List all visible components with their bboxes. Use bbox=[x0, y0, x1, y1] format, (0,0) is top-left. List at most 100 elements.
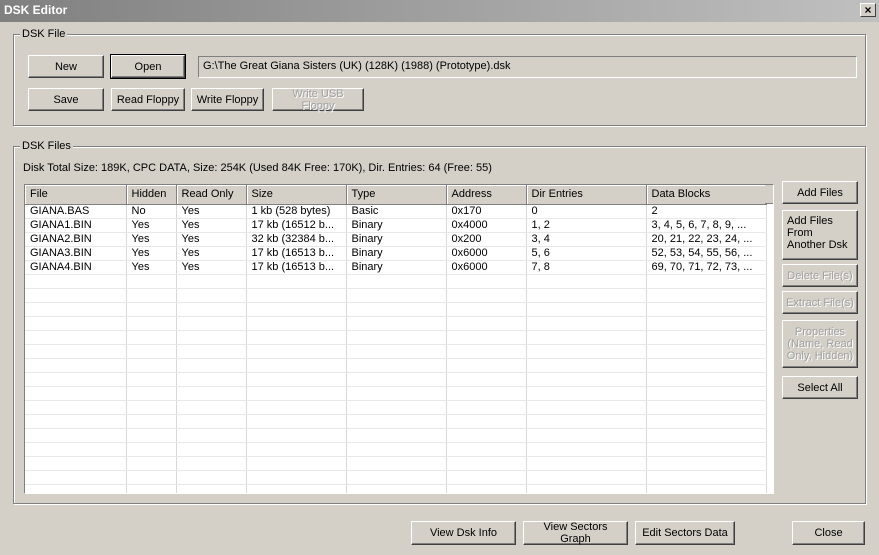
add-files-from-another-dsk-button[interactable]: Add Files From Another Dsk bbox=[782, 210, 858, 260]
table-row[interactable]: GIANA3.BIN Yes Yes 17 kb (16513 b... Binary 0… bbox=[25, 246, 767, 261]
table-cell bbox=[25, 288, 127, 303]
table-cell bbox=[446, 372, 527, 387]
add-files-button[interactable]: Add Files bbox=[782, 181, 858, 204]
table-cell: Yes bbox=[176, 232, 247, 247]
table-cell bbox=[526, 386, 647, 401]
table-cell bbox=[646, 428, 767, 443]
table-cell bbox=[176, 302, 247, 317]
table-cell bbox=[126, 302, 177, 317]
table-cell bbox=[176, 428, 247, 443]
table-cell: GIANA3.BIN bbox=[25, 246, 127, 261]
extract-files-button[interactable]: Extract File(s) bbox=[782, 291, 858, 314]
table-cell bbox=[176, 330, 247, 345]
table-cell bbox=[246, 330, 347, 345]
title-bar: DSK Editor × bbox=[0, 0, 879, 22]
table-row[interactable]: GIANA1.BIN Yes Yes 17 kb (16512 b... Binary 0… bbox=[25, 218, 767, 233]
table-cell bbox=[126, 414, 177, 429]
table-cell bbox=[526, 456, 647, 471]
table-cell bbox=[126, 288, 177, 303]
table-cell: Yes bbox=[126, 246, 177, 261]
table-cell bbox=[646, 274, 767, 289]
save-button[interactable]: Save bbox=[28, 88, 104, 111]
select-all-button[interactable]: Select All bbox=[782, 376, 858, 399]
column-header[interactable]: Address bbox=[446, 185, 527, 205]
table-cell bbox=[246, 344, 347, 359]
table-cell bbox=[526, 372, 647, 387]
write-usb-floppy-button[interactable]: Write USB Floppy bbox=[272, 88, 364, 112]
table-cell bbox=[446, 316, 527, 331]
table-cell: 0 bbox=[526, 204, 647, 219]
table-row[interactable]: GIANA2.BIN Yes Yes 32 kb (32384 b... Binary 0… bbox=[25, 232, 767, 247]
view-sectors-graph-button[interactable]: View Sectors Graph bbox=[523, 521, 628, 545]
table-cell bbox=[25, 372, 127, 387]
table-cell: No bbox=[126, 204, 177, 219]
table-cell bbox=[246, 442, 347, 457]
table-cell bbox=[526, 330, 647, 345]
table-cell bbox=[246, 414, 347, 429]
view-dsk-info-button[interactable]: View Dsk Info bbox=[411, 521, 516, 545]
table-cell bbox=[25, 330, 127, 345]
table-cell bbox=[646, 302, 767, 317]
table-cell: GIANA1.BIN bbox=[25, 218, 127, 233]
column-header[interactable]: Size bbox=[246, 185, 347, 205]
empty-row bbox=[25, 484, 767, 493]
table-cell bbox=[646, 344, 767, 359]
column-header[interactable]: Read Only bbox=[176, 185, 247, 205]
table-cell bbox=[25, 316, 127, 331]
table-cell: 20, 21, 22, 23, 24, ... bbox=[646, 232, 767, 247]
table-cell bbox=[25, 414, 127, 429]
table-row[interactable]: GIANA4.BIN Yes Yes 17 kb (16513 b... Binary 0… bbox=[25, 260, 767, 275]
dsk-path-field[interactable]: G:\The Great Giana Sisters (UK) (128K) (… bbox=[198, 56, 857, 78]
column-header[interactable]: File bbox=[25, 185, 127, 205]
table-cell bbox=[646, 386, 767, 401]
table-cell bbox=[446, 484, 527, 493]
table-cell bbox=[446, 456, 527, 471]
table-cell bbox=[25, 484, 127, 493]
table-cell bbox=[346, 302, 447, 317]
new-button[interactable]: New bbox=[28, 55, 104, 78]
empty-row bbox=[25, 358, 767, 373]
table-cell: 17 kb (16513 b... bbox=[246, 260, 347, 275]
table-cell bbox=[176, 442, 247, 457]
write-floppy-button[interactable]: Write Floppy bbox=[191, 88, 264, 111]
delete-files-button[interactable]: Delete File(s) bbox=[782, 264, 858, 287]
table-cell: Yes bbox=[176, 218, 247, 233]
empty-row bbox=[25, 288, 767, 303]
table-cell bbox=[176, 456, 247, 471]
table-cell bbox=[646, 484, 767, 493]
table-cell: Yes bbox=[176, 204, 247, 219]
table-cell bbox=[346, 456, 447, 471]
read-floppy-button[interactable]: Read Floppy bbox=[111, 88, 185, 111]
table-cell bbox=[25, 428, 127, 443]
disk-summary: Disk Total Size: 189K, CPC DATA, Size: 2… bbox=[23, 162, 492, 174]
table-cell bbox=[346, 470, 447, 485]
close-button[interactable]: Close bbox=[792, 521, 865, 545]
close-window-icon[interactable]: × bbox=[860, 3, 876, 17]
table-cell bbox=[646, 400, 767, 415]
table-cell: 1, 2 bbox=[526, 218, 647, 233]
table-cell bbox=[446, 428, 527, 443]
column-header[interactable]: Data Blocks bbox=[646, 185, 767, 205]
open-button[interactable]: Open bbox=[110, 54, 186, 79]
empty-row bbox=[25, 428, 767, 443]
properties-button[interactable]: Properties (Name, Read Only, Hidden) bbox=[782, 320, 858, 368]
table-cell bbox=[176, 470, 247, 485]
empty-row bbox=[25, 330, 767, 345]
table-row[interactable]: GIANA.BAS No Yes 1 kb (528 bytes) Basic 0x170… bbox=[25, 204, 767, 219]
column-header[interactable]: Dir Entries bbox=[526, 185, 647, 205]
empty-row bbox=[25, 316, 767, 331]
table-cell bbox=[646, 316, 767, 331]
table-cell bbox=[526, 400, 647, 415]
edit-sectors-data-button[interactable]: Edit Sectors Data bbox=[635, 521, 735, 545]
table-cell bbox=[446, 386, 527, 401]
column-header[interactable]: Hidden bbox=[126, 185, 177, 205]
column-header[interactable]: Type bbox=[346, 185, 447, 205]
empty-row bbox=[25, 302, 767, 317]
empty-row bbox=[25, 386, 767, 401]
table-cell: 0x6000 bbox=[446, 260, 527, 275]
table-cell bbox=[346, 372, 447, 387]
files-table[interactable]: File Hidden Read Only Size Type Address Dir En… bbox=[24, 184, 774, 494]
table-cell bbox=[176, 274, 247, 289]
table-cell bbox=[176, 288, 247, 303]
table-cell bbox=[446, 470, 527, 485]
